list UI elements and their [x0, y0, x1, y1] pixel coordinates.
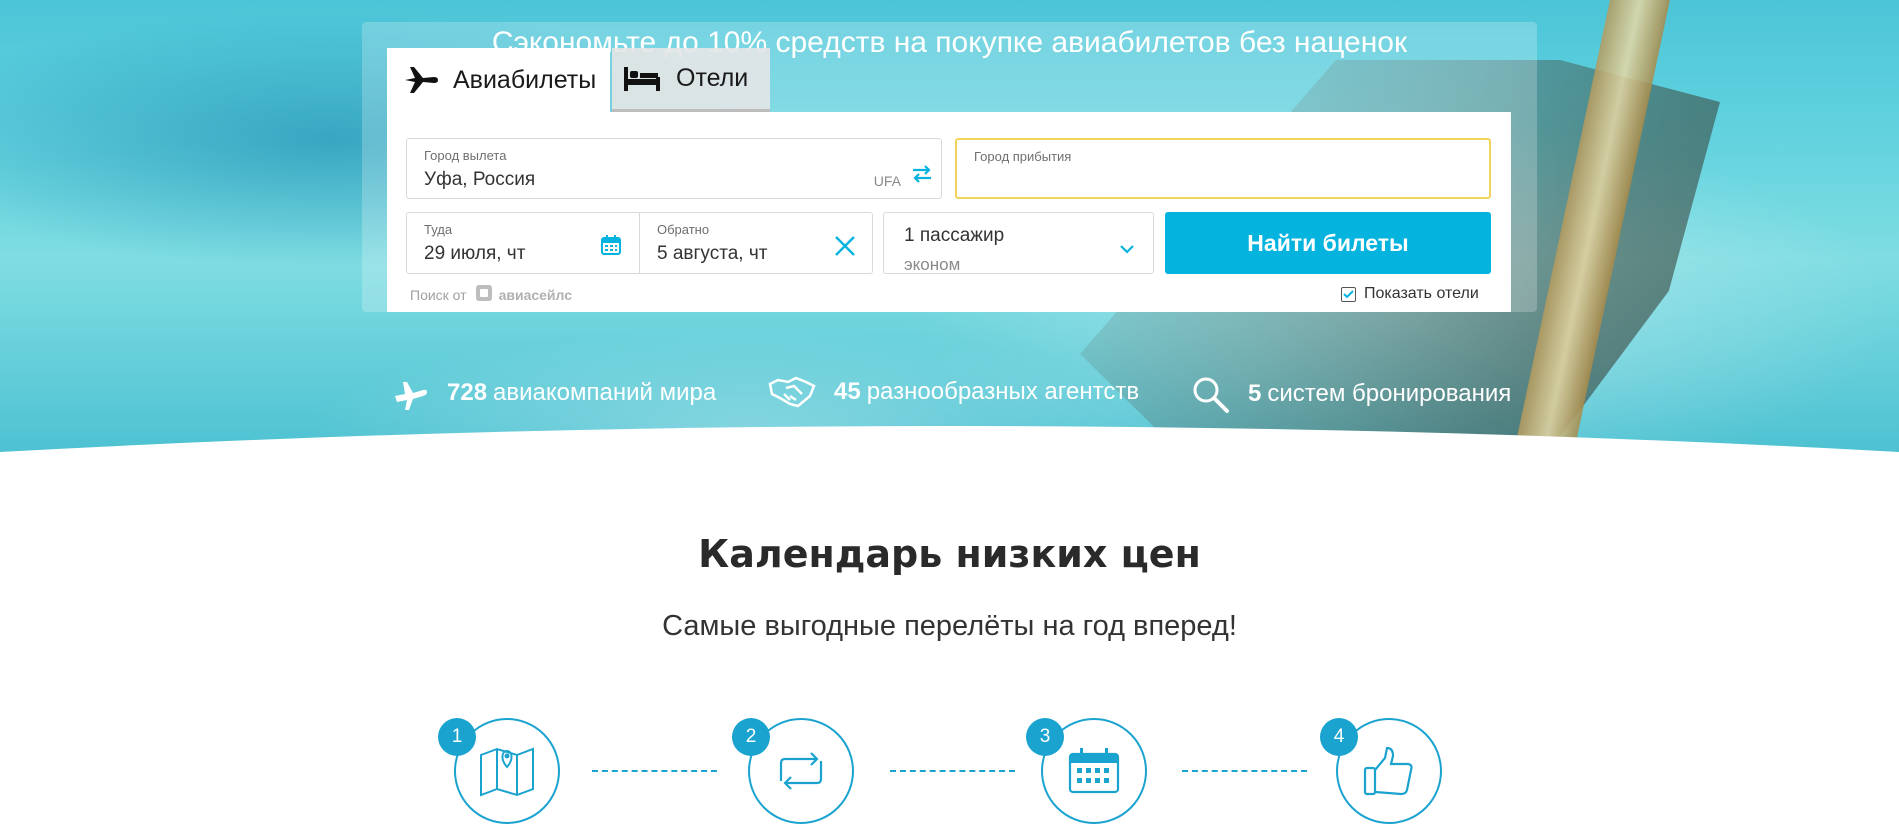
return-label: Обратно	[657, 222, 710, 237]
destination-field[interactable]: Город прибытия	[955, 138, 1491, 199]
origin-code: UFA	[873, 173, 901, 189]
hero-wave-divider	[0, 426, 1899, 500]
passengers-field[interactable]: 1 пассажир эконом	[883, 212, 1154, 274]
return-date-field[interactable]: Обратно 5 августа, чт	[639, 212, 873, 274]
depart-label: Туда	[424, 222, 453, 237]
stat-booking-systems: 5 систем бронирования	[1190, 374, 1511, 414]
calendar-icon[interactable]	[601, 235, 621, 260]
map-pin-icon	[480, 747, 534, 797]
step-1-badge: 1	[438, 718, 476, 756]
origin-field[interactable]: Город вылета Уфа, Россия UFA	[406, 138, 942, 199]
section-title: Календарь низких цен	[698, 532, 1201, 576]
plane-icon	[405, 67, 438, 93]
depart-date-field[interactable]: Туда 29 июля, чт	[406, 212, 640, 274]
swap-arrows-icon	[779, 752, 823, 790]
stat-airlines-number: 728	[447, 379, 488, 406]
origin-value: Уфа, Россия	[424, 169, 536, 190]
aviasales-logo-icon	[475, 284, 493, 305]
calendar-icon	[1068, 748, 1120, 794]
destination-label: Город прибытия	[974, 149, 1072, 164]
chevron-down-icon[interactable]	[1119, 241, 1135, 259]
step-3-badge: 3	[1026, 718, 1064, 756]
stat-airlines-text: авиакомпаний мира	[493, 379, 717, 406]
show-hotels-label: Показать отели	[1364, 285, 1479, 302]
thumbs-up-icon	[1363, 746, 1413, 796]
tab-hotels[interactable]: Отели	[612, 48, 770, 112]
show-hotels-checkbox[interactable]: Показать отели	[1341, 285, 1479, 303]
clear-return-icon[interactable]	[834, 235, 856, 262]
tab-flights-label: Авиабилеты	[453, 65, 597, 94]
search-button[interactable]: Найти билеты	[1165, 212, 1491, 274]
bed-icon	[624, 66, 660, 91]
stat-agencies-number: 45	[834, 378, 861, 405]
stat-agencies: 45 разнообразных агентств	[768, 374, 1139, 410]
tab-flights[interactable]: Авиабилеты	[387, 48, 610, 112]
step-4-badge: 4	[1320, 718, 1358, 756]
passengers-value: 1 пассажир	[904, 225, 1005, 246]
depart-value: 29 июля, чт	[424, 243, 526, 264]
swap-icon[interactable]	[911, 165, 933, 188]
step-connector	[1182, 770, 1307, 772]
origin-label: Город вылета	[424, 148, 507, 163]
powered-by-label: Поиск от	[410, 286, 467, 303]
step-connector	[890, 770, 1015, 772]
powered-by-brand: авиасейлс	[498, 286, 573, 303]
plane-icon	[395, 382, 427, 410]
stat-booking-text: систем бронирования	[1267, 380, 1512, 407]
powered-by: Поиск от авиасейлс	[410, 284, 572, 305]
checkbox-checked-icon[interactable]	[1341, 286, 1356, 302]
return-value: 5 августа, чт	[657, 243, 768, 264]
stat-airlines: 728 авиакомпаний мира	[391, 374, 716, 412]
cabin-class: эконом	[904, 255, 961, 274]
step-2-badge: 2	[732, 718, 770, 756]
section-subtitle: Самые выгодные перелёты на год вперед!	[662, 610, 1237, 642]
handshake-icon	[768, 376, 816, 408]
magnifier-icon	[1193, 377, 1229, 413]
step-connector	[592, 770, 717, 772]
stat-agencies-text: разнообразных агентств	[866, 378, 1140, 405]
stat-booking-number: 5	[1248, 380, 1262, 407]
tab-hotels-label: Отели	[676, 64, 749, 92]
